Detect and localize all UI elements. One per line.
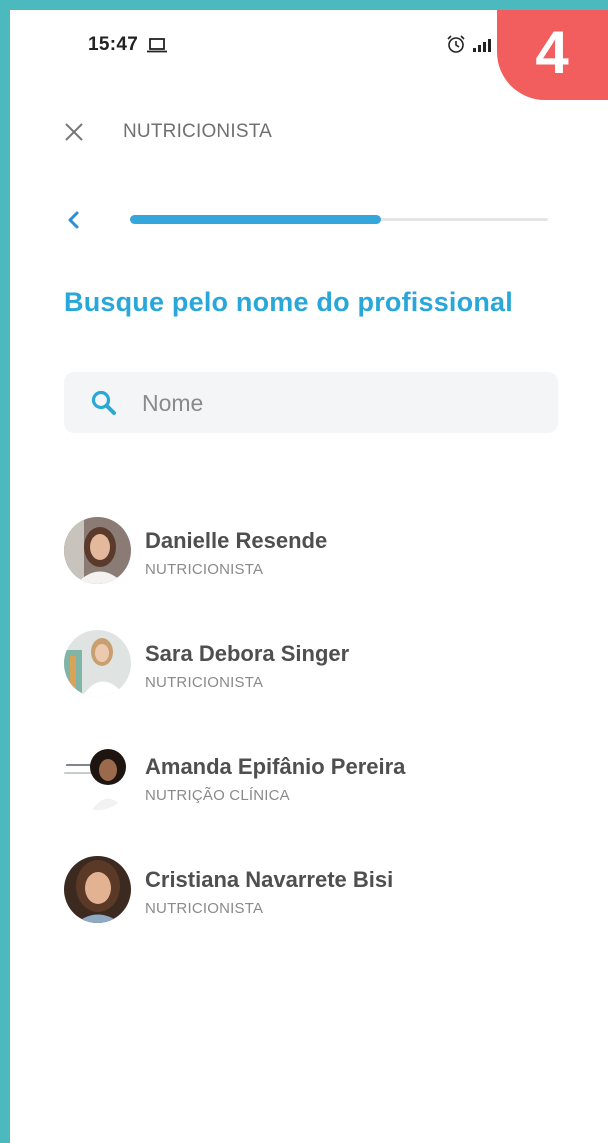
avatar — [64, 630, 131, 697]
professional-specialty: NUTRICIONISTA — [145, 900, 264, 917]
phone-screen: 15:47 4 NUTRICIONISTA Busque pelo nome d… — [10, 10, 608, 1143]
professional-specialty: NUTRIÇÃO CLÍNICA — [145, 787, 290, 804]
close-icon[interactable] — [64, 122, 84, 147]
avatar — [64, 856, 131, 923]
chevron-left-icon[interactable] — [67, 210, 81, 235]
professional-list: Danielle Resende NUTRICIONISTA Sara Debo… — [64, 515, 584, 967]
status-time: 15:47 — [88, 34, 139, 55]
professional-name: Danielle Resende — [145, 528, 328, 553]
page-heading: Busque pelo nome do profissional — [64, 287, 513, 317]
professional-name: Amanda Epifânio Pereira — [145, 754, 406, 779]
list-item[interactable]: Sara Debora Singer NUTRICIONISTA — [64, 628, 584, 697]
list-item[interactable]: Danielle Resende NUTRICIONISTA — [64, 515, 584, 584]
signal-icon — [473, 36, 495, 57]
step-badge-number: 4 — [535, 19, 569, 86]
professional-specialty: NUTRICIONISTA — [145, 674, 264, 691]
laptop-icon — [147, 37, 167, 58]
professional-name: Sara Debora Singer — [145, 641, 350, 666]
professional-name: Cristiana Navarrete Bisi — [145, 867, 394, 892]
progress-fill — [130, 215, 381, 224]
alarm-icon — [446, 34, 466, 59]
professional-specialty: NUTRICIONISTA — [145, 561, 264, 578]
search-box[interactable] — [64, 372, 558, 435]
search-input[interactable] — [140, 372, 544, 435]
header-title: NUTRICIONISTA — [123, 121, 272, 142]
avatar — [64, 743, 131, 810]
list-item[interactable]: Amanda Epifânio Pereira NUTRIÇÃO CLÍNICA — [64, 741, 584, 810]
avatar — [64, 517, 131, 584]
list-item[interactable]: Cristiana Navarrete Bisi NUTRICIONISTA — [64, 854, 584, 923]
search-icon — [90, 389, 118, 422]
progress-bar — [130, 215, 548, 224]
